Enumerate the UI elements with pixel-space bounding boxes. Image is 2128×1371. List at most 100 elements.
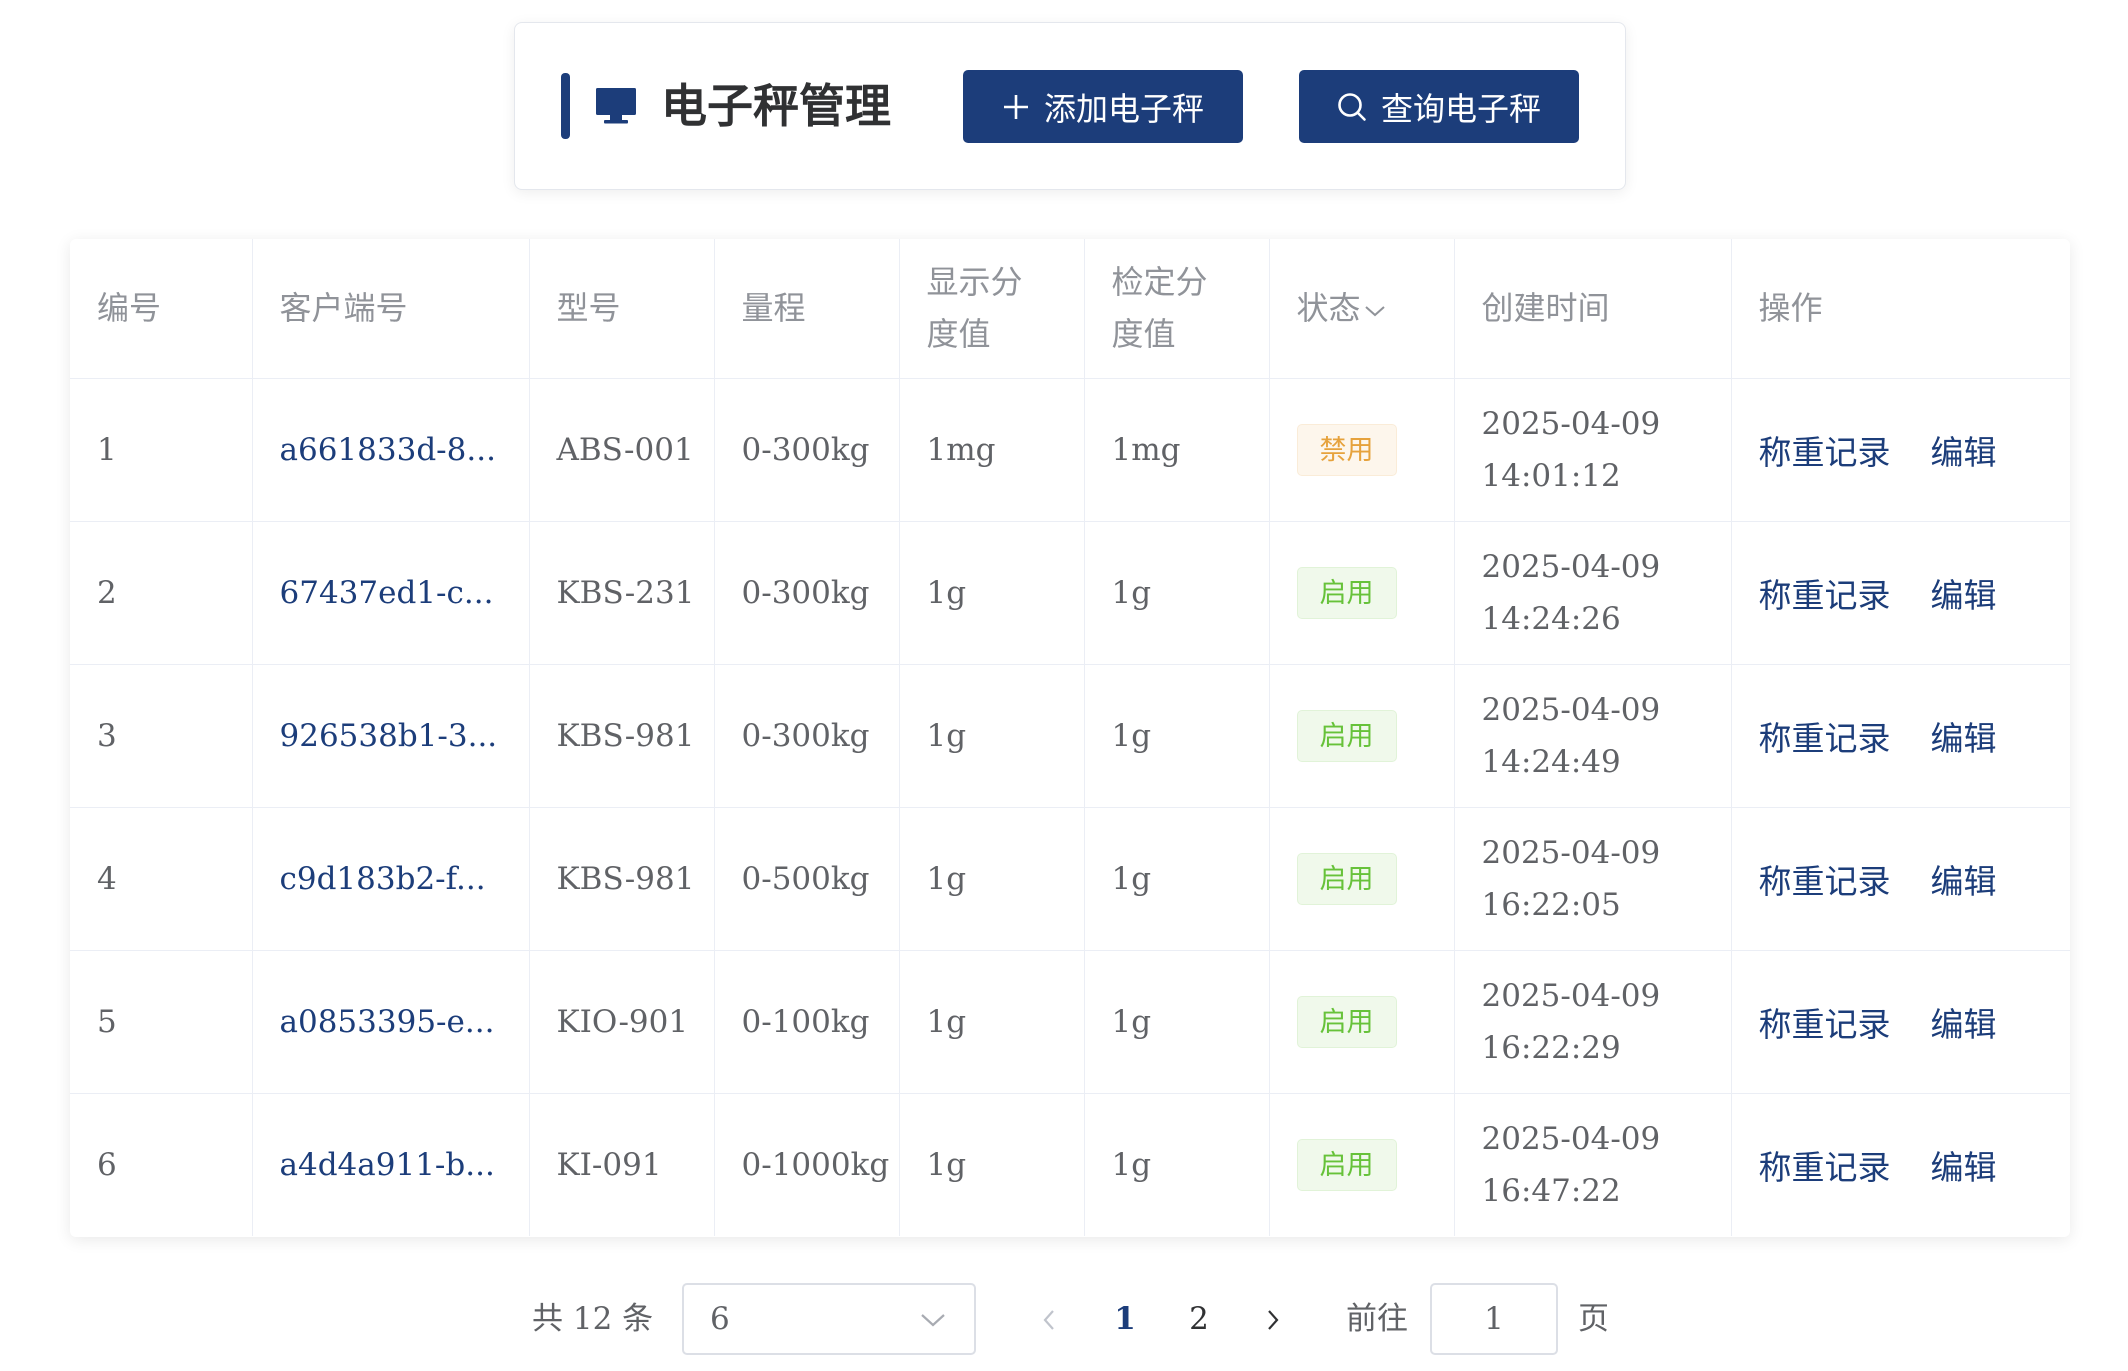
search-icon <box>1338 92 1366 121</box>
query-scale-button[interactable]: 查询电子秤 <box>1299 70 1579 143</box>
cell-range: 0-500kg <box>714 807 900 951</box>
cell-model: KBS-981 <box>529 664 715 808</box>
cell-model: KIO-901 <box>529 950 715 1094</box>
status-badge: 启用 <box>1296 1138 1397 1191</box>
chevron-right-icon <box>1268 1310 1279 1330</box>
add-scale-label: 添加电子秤 <box>1043 89 1204 128</box>
cell-verify-division: 1g <box>1084 1093 1270 1236</box>
edit-link[interactable]: 编辑 <box>1931 719 1997 758</box>
prev-page-button[interactable] <box>1034 1283 1064 1355</box>
weighing-records-link[interactable]: 称重记录 <box>1759 1148 1891 1187</box>
edit-link[interactable]: 编辑 <box>1931 1005 1997 1044</box>
weighing-records-link[interactable]: 称重记录 <box>1759 433 1891 472</box>
cell-status: 启用 <box>1269 807 1455 951</box>
monitor-icon <box>596 88 636 124</box>
header-card: 电子秤管理 添加电子秤 查询电子秤 <box>514 22 1626 190</box>
cell-client-link[interactable]: a4d4a911-b... <box>252 1093 530 1236</box>
cell-display-division: 1g <box>899 521 1085 665</box>
cell-display-division: 1g <box>899 807 1085 951</box>
cell-status: 启用 <box>1269 1093 1455 1236</box>
cell-client-link[interactable]: c9d183b2-f... <box>252 807 530 951</box>
cell-verify-division: 1g <box>1084 950 1270 1094</box>
created-date: 2025-04-09 <box>1481 548 1661 585</box>
page-size-value: 6 <box>710 1301 730 1337</box>
cell-model: ABS-001 <box>529 378 715 522</box>
weighing-records-link[interactable]: 称重记录 <box>1759 576 1891 615</box>
cell-range: 0-1000kg <box>714 1093 900 1236</box>
add-scale-button[interactable]: 添加电子秤 <box>963 70 1243 143</box>
cell-range: 0-100kg <box>714 950 900 1094</box>
cell-display-division: 1mg <box>899 378 1085 522</box>
page-2-button[interactable]: 2 <box>1184 1283 1214 1355</box>
cell-client-link[interactable]: a661833d-8... <box>252 378 530 522</box>
created-date: 2025-04-09 <box>1481 405 1661 442</box>
cell-range: 0-300kg <box>714 664 900 808</box>
cell-actions: 称重记录 编辑 <box>1731 521 2070 665</box>
cell-created-time: 2025-04-09 14:01:12 <box>1454 378 1732 522</box>
cell-id: 1 <box>70 378 253 522</box>
page-1-button[interactable]: 1 <box>1110 1283 1140 1355</box>
table-row: 5 a0853395-e... KIO-901 0-100kg 1g 1g 启用… <box>70 950 2070 1094</box>
table-row: 6 a4d4a911-b... KI-091 0-1000kg 1g 1g 启用… <box>70 1093 2070 1236</box>
status-badge: 启用 <box>1296 709 1397 762</box>
status-badge: 禁用 <box>1296 423 1397 476</box>
column-header-verify-division: 检定分度值 <box>1084 239 1270 379</box>
cell-id: 4 <box>70 807 253 951</box>
cell-status: 启用 <box>1269 664 1455 808</box>
column-header-display-division: 显示分度值 <box>899 239 1085 379</box>
table-row: 1 a661833d-8... ABS-001 0-300kg 1mg 1mg … <box>70 378 2070 522</box>
cell-actions: 称重记录 编辑 <box>1731 950 2070 1094</box>
cell-status: 启用 <box>1269 950 1455 1094</box>
column-header-id: 编号 <box>70 239 253 379</box>
cell-created-time: 2025-04-09 16:47:22 <box>1454 1093 1732 1236</box>
table-row: 3 926538b1-3... KBS-981 0-300kg 1g 1g 启用… <box>70 664 2070 808</box>
weighing-records-link[interactable]: 称重记录 <box>1759 862 1891 901</box>
column-header-client: 客户端号 <box>252 239 530 379</box>
cell-range: 0-300kg <box>714 378 900 522</box>
plus-icon <box>1003 94 1028 119</box>
cell-verify-division: 1mg <box>1084 378 1270 522</box>
edit-link[interactable]: 编辑 <box>1931 433 1997 472</box>
created-clock: 14:24:26 <box>1481 600 1621 637</box>
cell-display-division: 1g <box>899 1093 1085 1236</box>
table-row: 2 67437ed1-c... KBS-231 0-300kg 1g 1g 启用… <box>70 521 2070 665</box>
chevron-down-icon[interactable] <box>1363 303 1387 319</box>
cell-id: 2 <box>70 521 253 665</box>
cell-client-link[interactable]: 67437ed1-c... <box>252 521 530 665</box>
created-clock: 16:22:29 <box>1481 1029 1621 1066</box>
total-count: 共 12 条 <box>532 1301 654 1337</box>
cell-model: KBS-231 <box>529 521 715 665</box>
status-header-label: 状态 <box>1296 289 1361 328</box>
status-badge: 启用 <box>1296 995 1397 1048</box>
created-date: 2025-04-09 <box>1481 834 1661 871</box>
cell-created-time: 2025-04-09 14:24:49 <box>1454 664 1732 808</box>
cell-status: 启用 <box>1269 521 1455 665</box>
title-accent-bar <box>561 73 570 139</box>
weighing-records-link[interactable]: 称重记录 <box>1759 1005 1891 1044</box>
column-header-created-time: 创建时间 <box>1454 239 1732 379</box>
next-page-button[interactable] <box>1258 1283 1288 1355</box>
edit-link[interactable]: 编辑 <box>1931 576 1997 615</box>
column-header-model: 型号 <box>529 239 715 379</box>
cell-client-link[interactable]: a0853395-e... <box>252 950 530 1094</box>
created-date: 2025-04-09 <box>1481 1120 1661 1157</box>
edit-link[interactable]: 编辑 <box>1931 862 1997 901</box>
cell-actions: 称重记录 编辑 <box>1731 1093 2070 1236</box>
cell-id: 5 <box>70 950 253 1094</box>
cell-created-time: 2025-04-09 16:22:05 <box>1454 807 1732 951</box>
status-badge: 启用 <box>1296 566 1397 619</box>
weighing-records-link[interactable]: 称重记录 <box>1759 719 1891 758</box>
goto-page-input[interactable] <box>1430 1283 1558 1355</box>
scale-table: 编号 客户端号 型号 量程 显示分度值 检定分度值 状态 创建时间 操作 1 a… <box>70 239 2070 1237</box>
created-clock: 16:22:05 <box>1481 886 1621 923</box>
cell-range: 0-300kg <box>714 521 900 665</box>
column-header-actions: 操作 <box>1731 239 2070 379</box>
cell-client-link[interactable]: 926538b1-3... <box>252 664 530 808</box>
status-badge: 启用 <box>1296 852 1397 905</box>
page-size-select[interactable]: 6 <box>682 1283 976 1355</box>
cell-display-division: 1g <box>899 664 1085 808</box>
column-header-status[interactable]: 状态 <box>1269 239 1455 379</box>
edit-link[interactable]: 编辑 <box>1931 1148 1997 1187</box>
cell-verify-division: 1g <box>1084 807 1270 951</box>
cell-created-time: 2025-04-09 16:22:29 <box>1454 950 1732 1094</box>
